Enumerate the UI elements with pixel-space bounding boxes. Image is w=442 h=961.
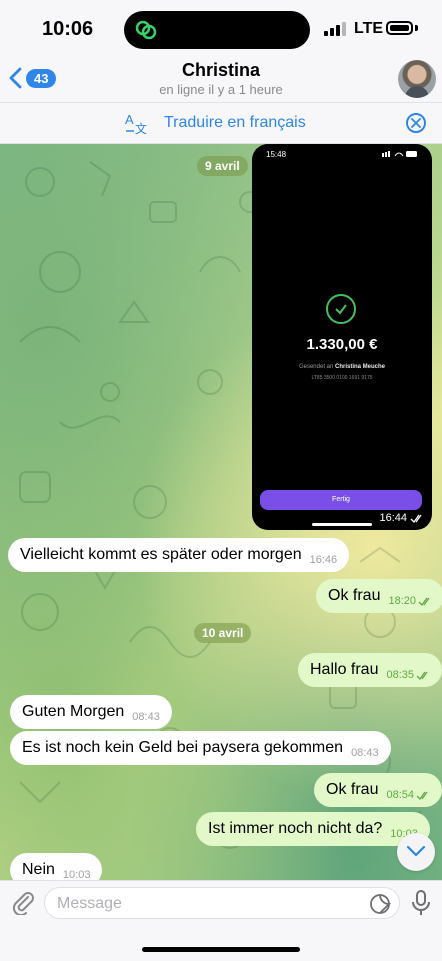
svg-text:文: 文	[135, 121, 147, 135]
message-bubble-outgoing[interactable]: Ok frau 08:54	[314, 773, 442, 807]
message-text: Es ist noch kein Geld bei paysera gekomm…	[22, 739, 344, 756]
chat-header: 43 Christina en ligne il y a 1 heure	[0, 56, 442, 102]
payment-amount: 1.330,00 €	[306, 336, 378, 353]
success-check-icon	[326, 294, 356, 324]
message-text: Guten Morgen	[22, 703, 125, 720]
message-text: Ok frau	[326, 781, 379, 798]
network-type: LTE	[354, 20, 384, 37]
avatar[interactable]	[398, 60, 436, 98]
message-meta: 08:43	[132, 711, 160, 723]
message-meta: 10:03	[63, 869, 91, 880]
message-meta: 16:46	[310, 554, 338, 566]
read-check-icon	[418, 597, 430, 606]
message-meta: 08:35	[386, 669, 430, 681]
message-text: Hallo frau	[310, 661, 379, 678]
message-bubble-outgoing[interactable]: Hallo frau 08:35	[298, 653, 442, 687]
photo-meta: 16:44	[379, 512, 424, 524]
screenshot-home-indicator	[312, 523, 372, 526]
svg-text:A: A	[125, 112, 134, 127]
message-placeholder: Message	[57, 895, 122, 912]
read-check-icon	[416, 671, 428, 680]
message-meta: 08:54	[386, 789, 430, 801]
translate-button[interactable]: Traduire en français	[164, 114, 306, 132]
iban-line: LT85 3500 0100 1691 9175	[311, 375, 373, 381]
read-check-icon	[416, 791, 428, 800]
date-chip: 9 avril	[197, 156, 248, 176]
message-time: 16:46	[309, 554, 338, 566]
message-bubble-incoming[interactable]: Nein 10:03	[10, 853, 103, 880]
message-time: 10:03	[62, 869, 91, 880]
sent-to-prefix: Gesendet an	[298, 364, 334, 370]
message-bubble-incoming[interactable]: Guten Morgen 08:43	[10, 695, 172, 729]
done-button-in-screenshot: Fertig	[260, 490, 422, 510]
message-input-bar: Message	[0, 880, 442, 961]
message-time: 08:54	[386, 789, 414, 801]
scroll-to-bottom-button[interactable]	[397, 833, 435, 871]
contact-status: en ligne il y a 1 heure	[159, 82, 283, 97]
message-time: 08:43	[132, 711, 160, 723]
link-activity-icon	[135, 20, 157, 40]
chevron-down-icon	[406, 845, 426, 857]
date-chip: 10 avril	[194, 623, 252, 643]
message-meta: 08:43	[351, 747, 379, 759]
message-time: 08:43	[351, 747, 379, 759]
screenshot-status-icons	[382, 151, 417, 157]
battery-tip	[415, 25, 418, 31]
photo-message[interactable]: 15:48 1.330,00 € Gesendet an Christina M…	[252, 144, 432, 530]
message-bubble-incoming[interactable]: Es ist noch kein Geld bei paysera gekomm…	[10, 731, 391, 765]
message-bubble-outgoing[interactable]: Ok frau 18:20	[316, 579, 442, 613]
close-translate-button[interactable]	[406, 113, 426, 133]
chat-area[interactable]: 9 avril 15:48 1.330,00 € Gesendet an Chr…	[0, 142, 442, 880]
message-meta: 18:20	[388, 595, 432, 607]
battery-icon	[386, 21, 413, 35]
paperclip-icon[interactable]	[10, 889, 36, 915]
dynamic-island	[124, 11, 310, 49]
screenshot-status-time: 15:48	[266, 150, 287, 159]
message-time: 18:20	[388, 595, 416, 607]
contact-name[interactable]: Christina	[0, 60, 442, 81]
message-time: 08:35	[386, 669, 415, 681]
microphone-icon[interactable]	[410, 889, 432, 917]
status-bar: 10:06 LTE	[0, 0, 442, 56]
close-icon	[411, 118, 421, 128]
sticker-icon[interactable]	[369, 893, 391, 915]
message-text: Nein	[22, 861, 55, 878]
read-check-icon	[410, 514, 422, 523]
message-text: Ist immer noch nicht da?	[208, 820, 383, 837]
payment-recipient-line: Gesendet an Christina Meuche	[252, 364, 432, 370]
message-bubble-incoming[interactable]: Vielleicht kommt es später oder morgen 1…	[8, 538, 350, 572]
translate-bar: A 文 Traduire en français	[0, 102, 442, 144]
status-time: 10:06	[42, 18, 94, 40]
message-time: 16:44	[379, 512, 407, 524]
message-bubble-outgoing[interactable]: Ist immer noch nicht da? 10:03	[196, 812, 430, 846]
message-text: Ok frau	[328, 587, 381, 604]
signal-icon	[324, 22, 346, 36]
translate-icon: A 文	[125, 112, 147, 135]
message-input[interactable]: Message	[44, 887, 400, 919]
message-text: Vielleicht kommt es später oder morgen	[20, 546, 302, 563]
recipient-name: Christina Meuche	[335, 364, 386, 370]
home-indicator	[142, 947, 300, 952]
